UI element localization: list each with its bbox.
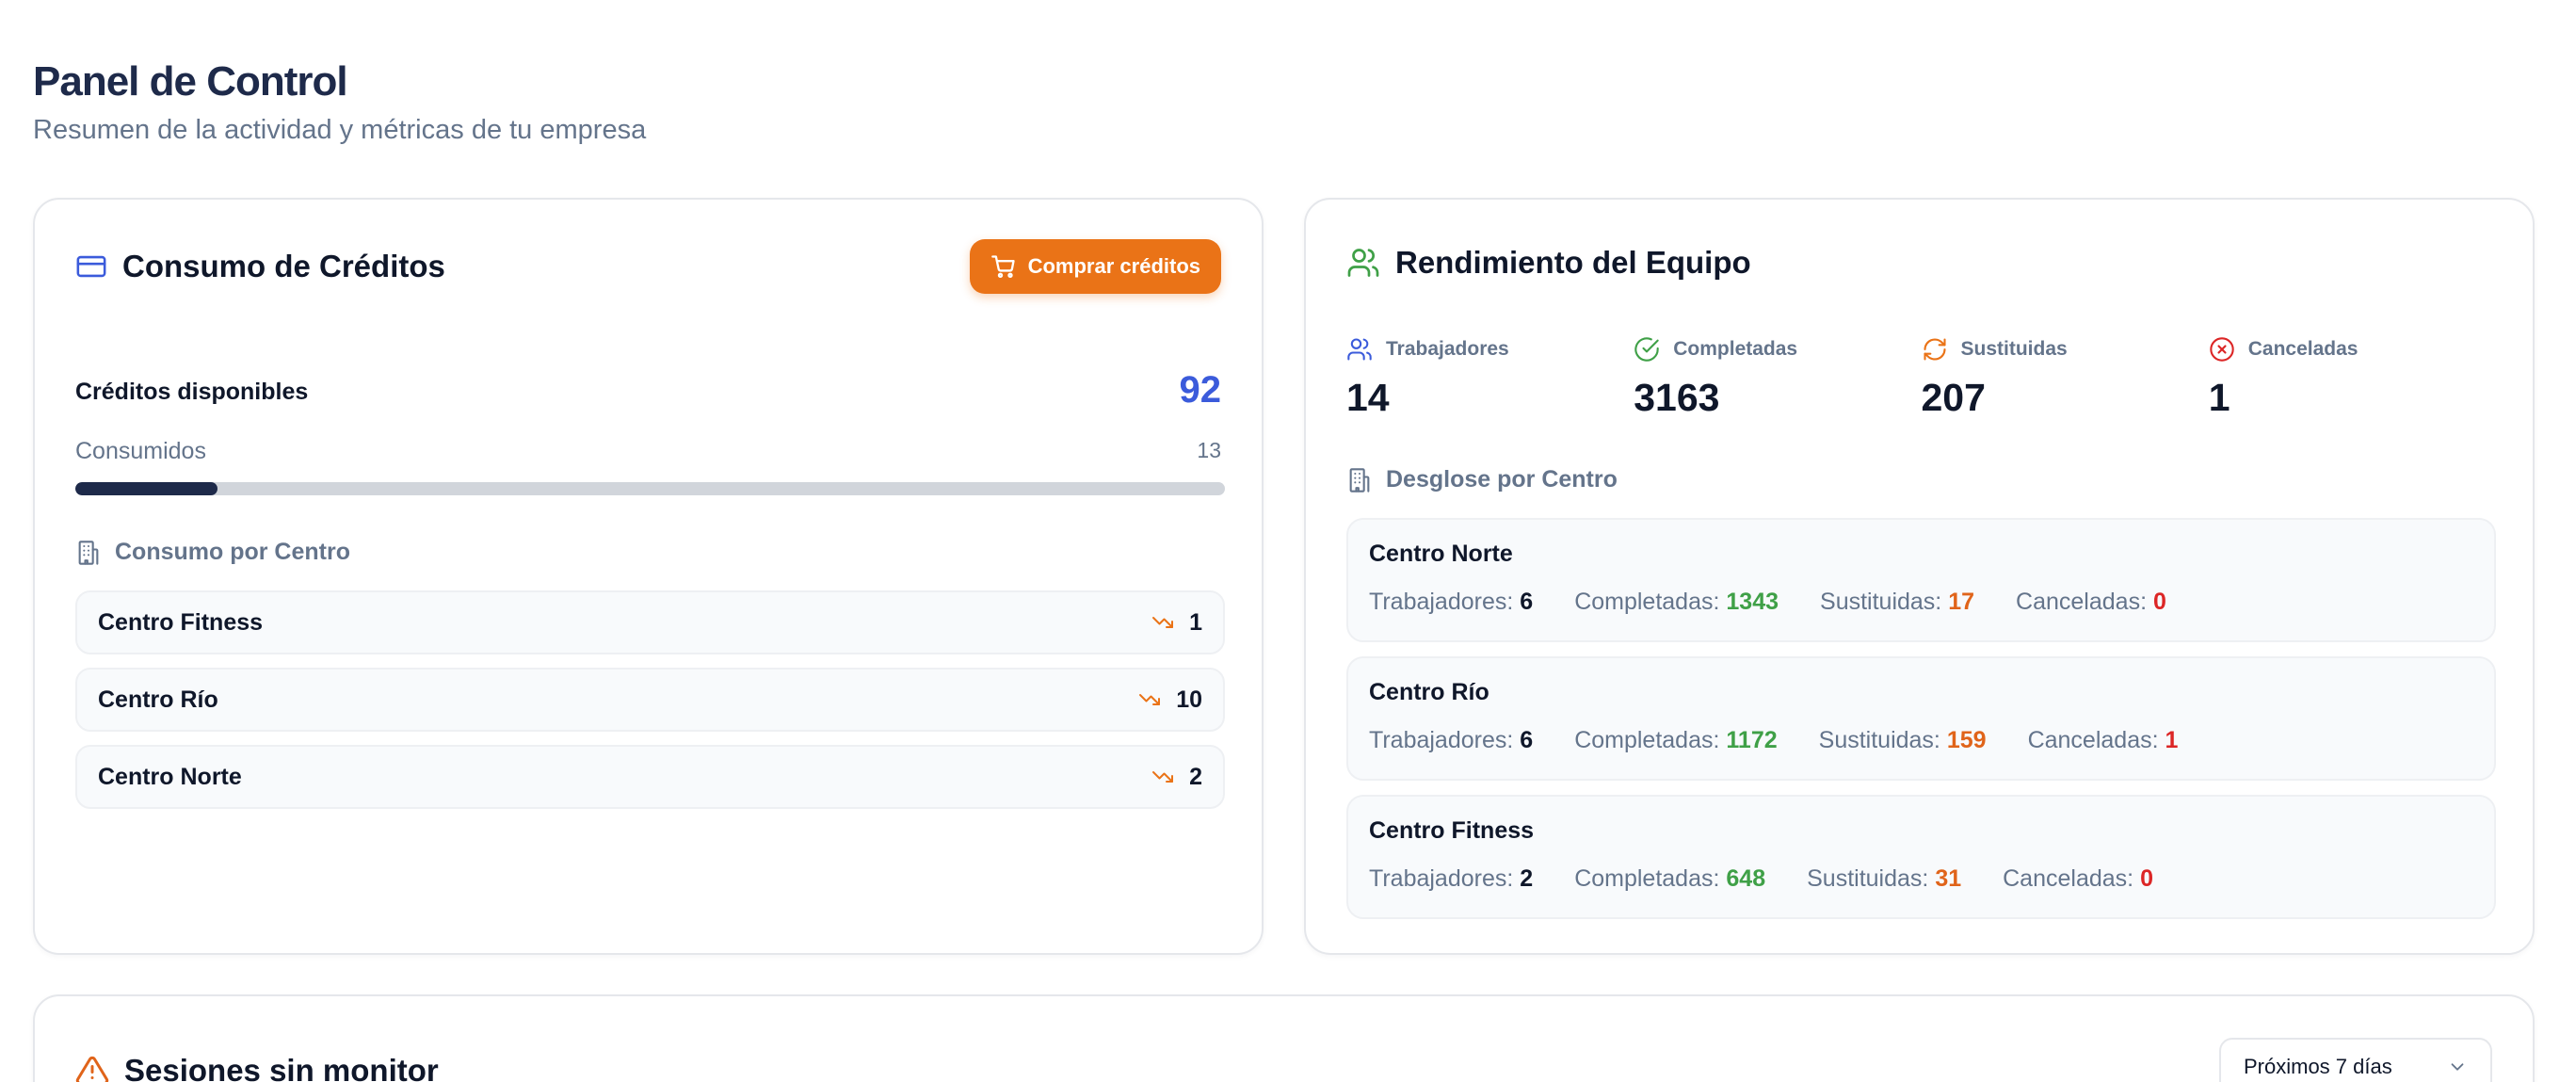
users-icon (1346, 246, 1380, 280)
center-consumption-value: 2 (1189, 763, 1202, 790)
buy-credits-label: Comprar créditos (1027, 254, 1200, 278)
metric-completed: Completadas: 1343 (1574, 589, 1779, 615)
center-name: Centro Norte (1369, 541, 1513, 567)
stat-substituted: Sustituidas 207 (1922, 336, 2209, 420)
metric-completed: Completadas: 1172 (1574, 727, 1778, 753)
team-card-header: Rendimiento del Equipo (1346, 245, 1751, 281)
center-name: Centro Fitness (1369, 817, 1535, 844)
warning-icon (75, 1054, 109, 1082)
refresh-icon (1922, 336, 1948, 363)
metric-workers: Trabajadores: 6 (1369, 589, 1534, 615)
breakdown-by-center-label: Desglose por Centro (1386, 466, 1618, 493)
page-subtitle: Resumen de la actividad y métricas de tu… (33, 115, 647, 145)
metric-cancelled: Canceladas: 0 (2003, 865, 2153, 892)
date-range-select[interactable]: Próximos 7 días (2219, 1038, 2492, 1082)
stat-value: 207 (1921, 376, 1986, 419)
trending-down-icon (1151, 611, 1174, 634)
breakdown-by-center-heading: Desglose por Centro (1346, 466, 1618, 493)
center-consumption-row: Centro Río 10 (75, 668, 1225, 732)
center-consumption-value: 10 (1176, 686, 1202, 713)
center-name: Centro Río (98, 686, 218, 713)
center-name: Centro Río (1369, 679, 1489, 705)
metric-substituted: Sustituidas: 31 (1807, 865, 1962, 892)
available-credits-label: Créditos disponibles (75, 379, 309, 405)
center-consumption-row: Centro Fitness 1 (75, 590, 1225, 654)
users-icon (1346, 336, 1373, 363)
stat-label: Sustituidas (1960, 338, 2068, 360)
credits-progress-bar (75, 482, 1225, 495)
credit-card-icon (75, 250, 107, 283)
credits-card-title: Consumo de Créditos (122, 249, 445, 283)
sessions-card-title: Sesiones sin monitor (124, 1053, 439, 1082)
breakdown-list: Centro Norte Trabajadores: 6 Completadas… (1346, 518, 2496, 933)
breakdown-row: Centro Fitness Trabajadores: 2 Completad… (1346, 795, 2496, 919)
center-consumption-row: Centro Norte 2 (75, 745, 1225, 809)
check-circle-icon (1634, 336, 1660, 363)
stat-completed: Completadas 3163 (1634, 336, 1921, 420)
stat-value: 1 (2208, 376, 2230, 419)
shopping-cart-icon (990, 253, 1017, 280)
buy-credits-button[interactable]: Comprar créditos (969, 239, 1221, 294)
stat-cancelled: Canceladas 1 (2209, 336, 2496, 420)
available-credits-value: 92 (1179, 369, 1222, 411)
consumption-by-center-heading: Consumo por Centro (75, 539, 350, 566)
center-consumption-value: 1 (1189, 608, 1202, 636)
stat-label: Completadas (1673, 338, 1798, 360)
center-name: Centro Norte (98, 763, 242, 790)
sessions-card-header: Sesiones sin monitor (75, 1053, 439, 1082)
metric-completed: Completadas: 648 (1574, 865, 1766, 892)
metric-cancelled: Canceladas: 0 (2016, 589, 2166, 615)
stat-value: 14 (1346, 376, 1390, 419)
stat-value: 3163 (1634, 376, 1720, 419)
chevron-down-icon (2447, 1057, 2468, 1077)
building-icon (75, 540, 102, 566)
team-performance-card: Rendimiento del Equipo Trabajadores 14 C… (1304, 198, 2535, 955)
stat-label: Canceladas (2247, 338, 2359, 360)
metric-workers: Trabajadores: 2 (1369, 865, 1534, 892)
metric-substituted: Sustituidas: 17 (1820, 589, 1975, 615)
trending-down-icon (1138, 688, 1161, 711)
x-circle-icon (2209, 336, 2235, 363)
sessions-without-monitor-card: Sesiones sin monitor Próximos 7 días (33, 994, 2535, 1082)
trending-down-icon (1151, 766, 1174, 788)
consumed-credits-value: 13 (1197, 438, 1221, 462)
metric-cancelled: Canceladas: 1 (2027, 727, 2179, 753)
page-title: Panel de Control (33, 58, 348, 105)
metric-workers: Trabajadores: 6 (1369, 727, 1534, 753)
dashboard-page: Panel de Control Resumen de la actividad… (0, 0, 2576, 1082)
building-icon (1346, 467, 1373, 493)
credits-progress-fill (75, 482, 218, 495)
consumed-credits-label: Consumidos (75, 438, 206, 464)
breakdown-row: Centro Río Trabajadores: 6 Completadas: … (1346, 656, 2496, 781)
metric-substituted: Sustituidas: 159 (1818, 727, 1987, 753)
team-stats: Trabajadores 14 Completadas 3163 Sustitu… (1346, 336, 2496, 420)
team-card-title: Rendimiento del Equipo (1395, 245, 1751, 280)
stat-workers: Trabajadores 14 (1346, 336, 1634, 420)
credits-card: Consumo de Créditos Comprar créditos Cré… (33, 198, 1264, 955)
stat-label: Trabajadores (1386, 338, 1509, 360)
consumption-by-center-label: Consumo por Centro (115, 539, 350, 565)
credits-card-header: Consumo de Créditos (75, 249, 445, 284)
breakdown-row: Centro Norte Trabajadores: 6 Completadas… (1346, 518, 2496, 642)
date-range-value: Próximos 7 días (2244, 1055, 2392, 1078)
center-name: Centro Fitness (98, 608, 264, 636)
consumption-by-center-list: Centro Fitness 1 Centro Río 10 Centro No… (75, 590, 1225, 822)
